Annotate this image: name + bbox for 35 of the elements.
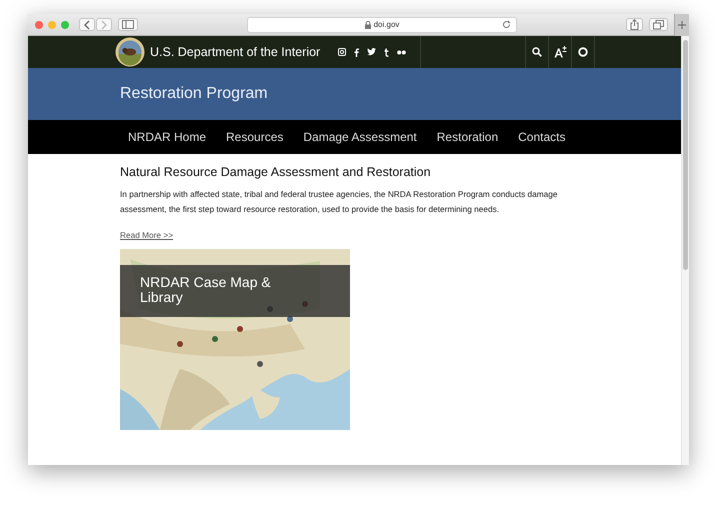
share-button[interactable] — [626, 18, 643, 31]
tumblr-icon[interactable] — [384, 48, 390, 56]
reload-icon[interactable] — [502, 20, 511, 28]
nav-link[interactable]: Damage Assessment — [303, 130, 417, 144]
sidebar-icon[interactable] — [122, 20, 134, 29]
ring-icon[interactable] — [578, 47, 588, 57]
plus-icon[interactable] — [678, 20, 686, 28]
dots-icon[interactable] — [397, 50, 406, 54]
read-more-link[interactable]: Read More >> — [120, 230, 174, 240]
sidebar-button[interactable] — [118, 18, 138, 31]
nav-link[interactable]: NRDAR Home — [128, 130, 206, 144]
nav-link[interactable]: Contacts — [518, 130, 566, 144]
address-bar[interactable]: doi.gov — [247, 16, 517, 32]
site-title[interactable]: U.S. Department of the Interior — [150, 45, 320, 59]
bird-icon[interactable] — [367, 48, 376, 56]
lock-icon — [364, 20, 371, 28]
map-card[interactable]: NRDAR Case Map & Library — [120, 249, 350, 430]
tabs-icon[interactable] — [653, 20, 664, 30]
font-size-icon[interactable] — [554, 46, 566, 58]
nav-link[interactable]: Restoration — [436, 130, 498, 144]
scrollbar[interactable] — [681, 36, 689, 465]
nav-link[interactable]: Resources — [226, 130, 284, 144]
intro-paragraph: In partnership with affected state, tribal and federal trustee agencies, the NRDA Restoration Program conducts damage assessment, the first step toward resource restoration, used to provide the basis for determining needs. — [120, 188, 559, 216]
back-icon[interactable] — [83, 20, 91, 30]
new-tab-button[interactable] — [674, 14, 689, 36]
facebook-icon[interactable] — [354, 48, 360, 56]
program-title: Restoration Program — [120, 85, 268, 102]
seal-icon[interactable] — [115, 37, 145, 67]
camera-icon[interactable] — [338, 48, 346, 56]
search-icon[interactable] — [532, 47, 542, 57]
share-icon[interactable] — [630, 19, 639, 30]
tabs-button[interactable] — [649, 18, 668, 31]
back-button[interactable] — [79, 18, 95, 31]
close-icon[interactable] — [35, 20, 43, 28]
section-heading: Natural Resource Damage Assessment and Restoration — [120, 165, 432, 179]
